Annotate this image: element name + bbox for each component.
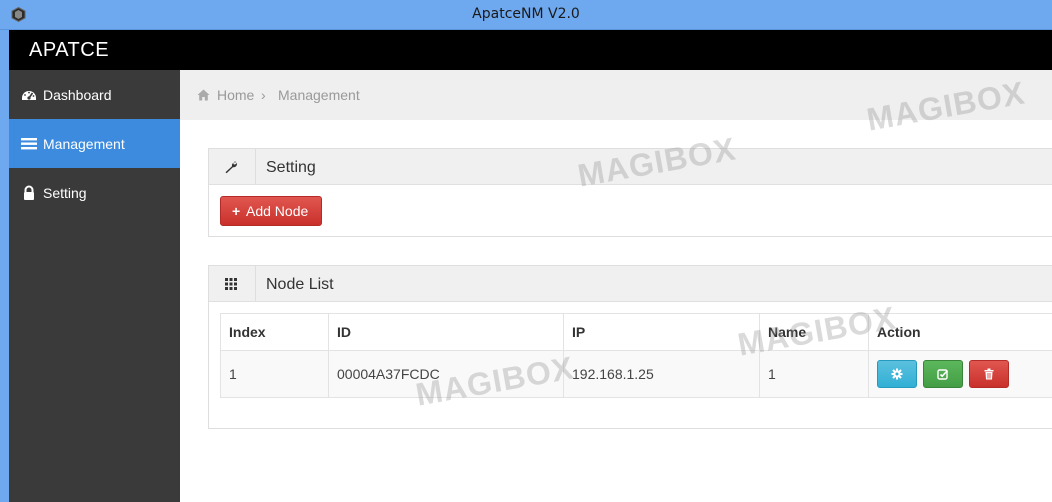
window-title: ApatceNM V2.0 — [472, 6, 580, 22]
home-icon — [197, 89, 210, 101]
grid-icon — [225, 278, 237, 290]
cell-id: 00004A37FCDC — [328, 350, 564, 398]
brand-logo-text[interactable]: APATCE — [29, 39, 109, 62]
node-edit-button[interactable] — [922, 360, 963, 388]
breadcrumb-home-link[interactable]: Home — [217, 87, 254, 103]
column-header-ip: IP — [563, 313, 760, 351]
breadcrumb-separator: › — [261, 87, 266, 103]
sidebar-item-label: Dashboard — [43, 87, 112, 103]
wrench-icon — [225, 161, 237, 174]
panel-icon-box — [209, 149, 256, 184]
node-delete-button[interactable] — [968, 360, 1009, 388]
sidebar-item-management[interactable]: Management — [9, 119, 180, 168]
sidebar-item-label: Management — [43, 136, 125, 152]
node-list-panel: Node List Index ID IP Name Action 1 0000… — [208, 265, 1052, 429]
column-header-name: Name — [759, 313, 869, 351]
setting-panel-title: Setting — [266, 159, 316, 176]
breadcrumb: Home › Management — [180, 70, 1052, 120]
panel-icon-box — [209, 266, 256, 301]
column-header-action: Action — [868, 313, 1052, 351]
column-header-index: Index — [220, 313, 329, 351]
node-settings-button[interactable] — [877, 360, 917, 388]
setting-panel: Setting + Add Node — [208, 148, 1052, 237]
cell-index: 1 — [220, 350, 329, 398]
sidebar-item-dashboard[interactable]: Dashboard — [9, 70, 180, 119]
setting-panel-header: Setting — [209, 149, 1052, 185]
sidebar: Dashboard Management Setting — [9, 70, 180, 502]
cell-ip: 192.168.1.25 — [563, 350, 760, 398]
cell-actions — [868, 350, 1052, 398]
trash-icon — [984, 368, 994, 380]
plus-icon: + — [232, 203, 241, 219]
sidebar-item-setting[interactable]: Setting — [9, 168, 180, 217]
window-frame-left — [0, 30, 9, 502]
gear-icon — [891, 368, 903, 380]
table-header-row: Index ID IP Name Action — [220, 313, 1052, 351]
node-table: Index ID IP Name Action 1 00004A37FCDC 1… — [220, 313, 1052, 398]
list-icon — [21, 138, 37, 150]
top-navbar: APATCE — [9, 30, 1052, 70]
cell-name: 1 — [759, 350, 869, 398]
lock-icon — [24, 185, 34, 200]
node-list-panel-header: Node List — [209, 266, 1052, 302]
column-header-id: ID — [328, 313, 564, 351]
add-node-button[interactable]: + Add Node — [220, 196, 322, 226]
add-node-label: Add Node — [246, 203, 309, 219]
table-row: 1 00004A37FCDC 192.168.1.25 1 — [220, 350, 1052, 398]
breadcrumb-current: Management — [278, 87, 360, 103]
edit-icon — [937, 369, 948, 380]
dashboard-icon — [22, 91, 36, 100]
sidebar-item-label: Setting — [43, 185, 87, 201]
node-list-panel-title: Node List — [266, 276, 334, 293]
window-titlebar: ApatceNM V2.0 — [0, 0, 1052, 30]
